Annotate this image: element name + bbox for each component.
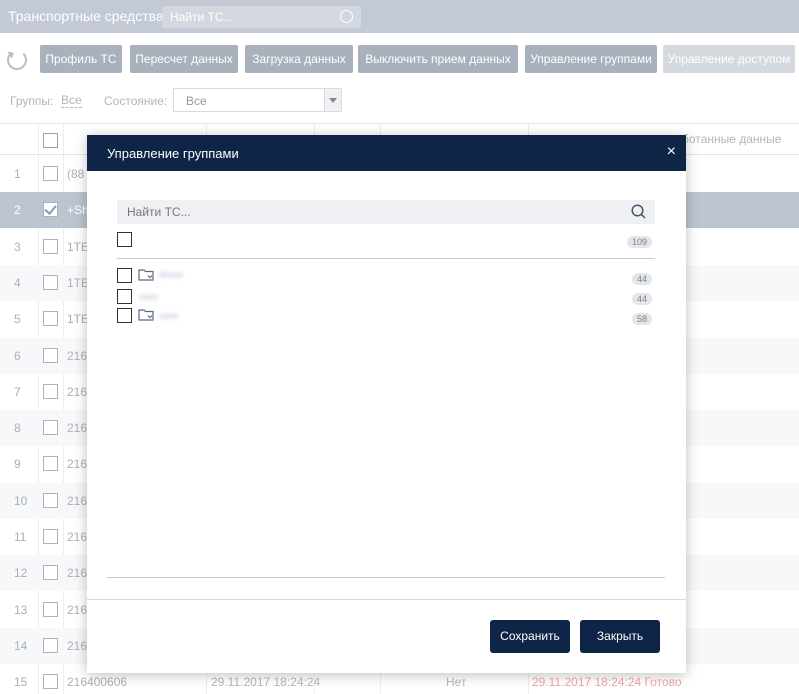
chevron-down-icon[interactable] (324, 89, 341, 111)
vehicle-name: 216 (67, 457, 88, 472)
row-checkbox[interactable] (43, 637, 58, 653)
row-number: 8 (14, 421, 21, 436)
row-number: 10 (14, 493, 28, 508)
processed-data-status: 29.11.2017 18:24:24 Готово (532, 675, 682, 690)
status-flag: Нет (446, 675, 467, 690)
vehicle-profile-button[interactable]: Профиль ТС (40, 45, 122, 73)
row-number: 13 (14, 602, 28, 617)
row-checkbox[interactable] (43, 674, 58, 690)
all-groups-count-badge: 109 (627, 236, 653, 248)
row-checkbox[interactable] (43, 529, 58, 544)
search-icon (340, 10, 353, 23)
row-number: 5 (14, 312, 21, 327)
load-data-button[interactable]: Загрузка данных (245, 45, 353, 73)
manage-access-button[interactable]: Управление доступом (663, 45, 795, 73)
vehicle-name: 216 (67, 566, 88, 581)
row-checkbox[interactable] (43, 202, 58, 218)
row-number: 3 (14, 239, 21, 254)
state-filter-value: Все (186, 94, 207, 108)
dialog-search-placeholder: Найти ТС... (127, 205, 191, 219)
refresh-icon[interactable] (7, 50, 27, 70)
vehicle-name: 1TE (67, 312, 90, 327)
groups-filter-value[interactable]: Все (61, 94, 82, 108)
processed-data-header: ботанные данные (682, 132, 782, 146)
row-number: 15 (14, 675, 28, 690)
vehicle-name: 216 (67, 602, 88, 617)
footer-divider (87, 599, 686, 600)
state-filter-select[interactable]: Все (173, 88, 342, 112)
groups-filter-label: Группы: (10, 94, 54, 108)
row-number: 6 (14, 348, 21, 363)
vehicle-name: 216 (67, 348, 88, 363)
top-bar: Транспортные средства Найти ТС... (0, 0, 799, 33)
recalculate-data-button[interactable]: Пересчет данных (130, 45, 238, 73)
vehicle-name: 216 (67, 638, 88, 653)
save-button[interactable]: Сохранить (490, 620, 570, 653)
vehicle-name: 216 (67, 530, 88, 544)
search-icon (631, 204, 646, 219)
group-checkbox[interactable] (117, 268, 132, 283)
row-number: 1 (14, 167, 21, 181)
vehicle-name: 216 (67, 384, 88, 399)
row-number: 4 (14, 275, 21, 290)
vehicle-search-placeholder: Найти ТС... (170, 10, 234, 24)
disable-data-receive-button[interactable]: Выключить прием данных (358, 45, 518, 73)
row-checkbox[interactable] (43, 601, 58, 617)
row-checkbox[interactable] (43, 456, 58, 472)
manage-groups-button[interactable]: Управление группами (525, 45, 657, 73)
row-checkbox[interactable] (43, 420, 58, 436)
group-name: user (139, 292, 159, 303)
row-checkbox[interactable] (43, 311, 58, 327)
dialog-search-input[interactable]: Найти ТС... (117, 200, 655, 224)
list-divider (117, 258, 655, 259)
row-number: 2 (14, 203, 21, 218)
row-checkbox[interactable] (43, 347, 58, 363)
row-checkbox[interactable] (43, 383, 58, 399)
row-checkbox[interactable] (43, 274, 58, 290)
row-number: 12 (14, 566, 28, 581)
group-count-badge: 58 (632, 313, 653, 325)
vehicle-search-input[interactable]: Найти ТС... (162, 6, 361, 28)
row-checkbox[interactable] (43, 238, 58, 254)
group-count-badge: 44 (632, 293, 653, 305)
row-number: 7 (14, 384, 21, 399)
page-title: Транспортные средства (8, 8, 164, 24)
group-name: user (159, 311, 179, 322)
state-filter-label: Состояние: (104, 94, 168, 108)
vehicle-name: 1TE (67, 275, 90, 290)
group-checkbox[interactable] (117, 289, 132, 304)
group-checkbox[interactable] (117, 308, 132, 323)
vehicle-name: 216 (67, 493, 88, 508)
folder-icon[interactable] (138, 308, 155, 321)
row-number: 14 (14, 638, 28, 653)
row-number: 9 (14, 457, 21, 472)
vehicle-name: 216400606 (67, 675, 128, 690)
close-button[interactable]: Закрыть (580, 620, 660, 653)
select-all-checkbox[interactable] (43, 133, 58, 148)
row-checkbox[interactable] (43, 492, 58, 508)
dialog-header: Управление группами × (87, 135, 686, 171)
folder-icon[interactable] (138, 268, 155, 281)
row-checkbox[interactable] (43, 565, 58, 581)
row-number: 11 (14, 530, 27, 544)
dialog-title: Управление группами (107, 146, 239, 161)
group-count-badge: 44 (632, 273, 653, 285)
select-all-groups-checkbox[interactable] (117, 232, 132, 247)
vehicle-name: 1TE (67, 239, 90, 254)
last-data-date: 29.11.2017 18:24:24 (211, 675, 321, 690)
manage-groups-dialog: Управление группами × Найти ТС... 109 dr… (87, 135, 686, 673)
row-checkbox[interactable] (43, 166, 58, 181)
vehicle-name: +Sh (67, 203, 89, 218)
close-icon[interactable]: × (667, 144, 676, 160)
vehicle-name: 216 (67, 421, 88, 436)
group-name: driver (159, 270, 185, 281)
vehicle-name: (88 (67, 167, 85, 181)
list-bottom-divider (107, 577, 665, 578)
